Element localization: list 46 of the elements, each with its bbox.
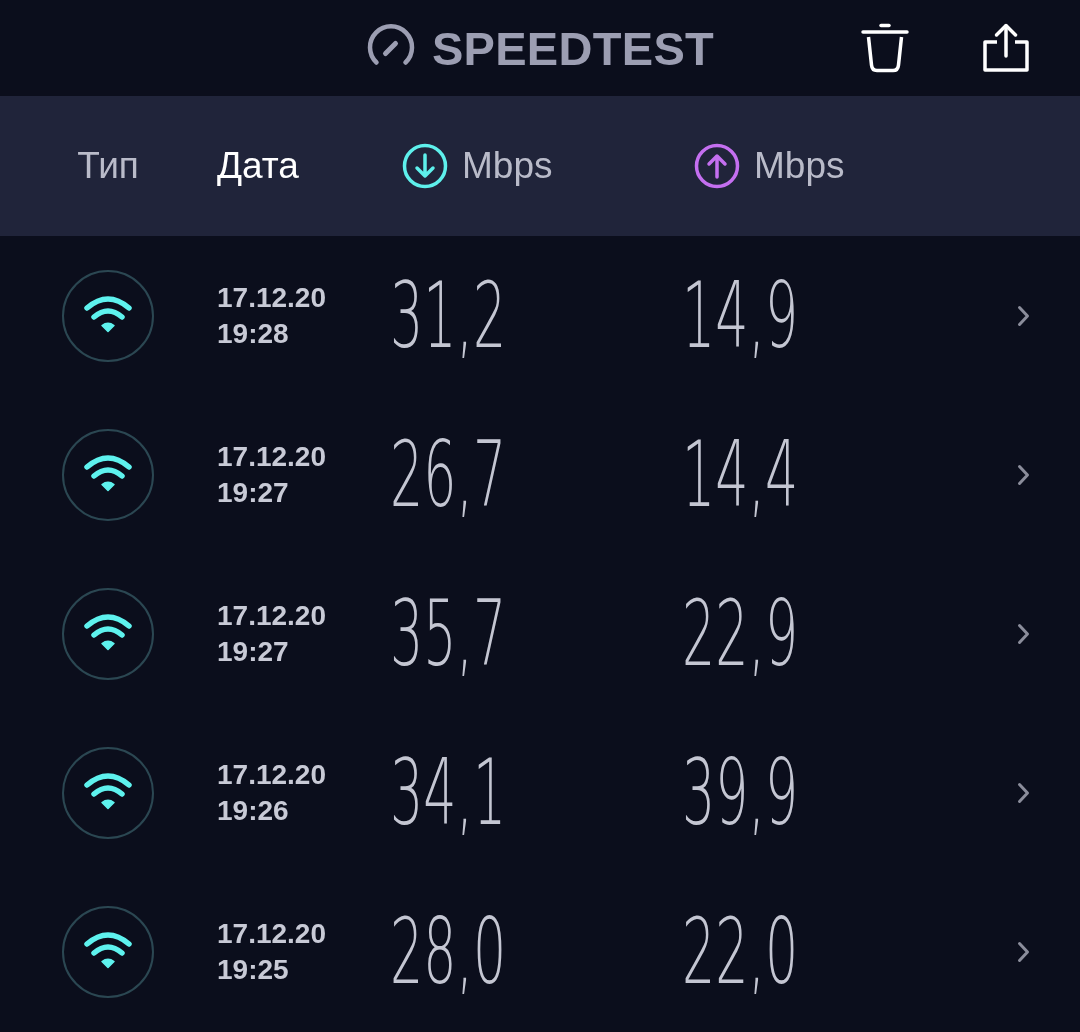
column-header[interactable]: Дата (217, 145, 299, 187)
chevron-icon (1017, 463, 1030, 486)
download-speed: 28,0 (390, 906, 507, 997)
date-text: 17.12.20 (217, 439, 326, 474)
upload-speed: 39,9 (682, 747, 799, 838)
time-text: 19:25 (217, 952, 289, 987)
upload-icon (694, 143, 740, 189)
download-icon (402, 143, 448, 189)
chevron-icon (1017, 781, 1030, 804)
wifi-icon (62, 905, 154, 998)
trash-icon (861, 23, 909, 73)
column-header[interactable]: Mbps (402, 143, 553, 189)
chevron-button[interactable] (1017, 940, 1030, 963)
chevron-icon (1017, 940, 1030, 963)
app-title: SPEEDTEST (431, 24, 715, 72)
date-text: 17.12.20 (217, 280, 326, 315)
column-header[interactable]: Mbps (694, 143, 845, 189)
download-speed: 34,1 (390, 747, 507, 838)
download-speed: 31,2 (390, 270, 507, 361)
time-text: 19:28 (217, 316, 289, 351)
chevron-button[interactable] (1017, 463, 1030, 486)
chevron-icon (1017, 622, 1030, 645)
upload-speed: 22,0 (682, 906, 799, 997)
upload-speed: 22,9 (682, 588, 799, 679)
wifi-icon (62, 428, 154, 521)
chevron-button[interactable] (1017, 304, 1030, 327)
share-button[interactable] (982, 23, 1030, 73)
date-text: 17.12.20 (217, 916, 326, 951)
upload-speed: 14,9 (682, 270, 799, 361)
column-header[interactable]: Тип (77, 145, 139, 187)
download-speed: 26,7 (390, 429, 507, 520)
delete-button[interactable] (861, 23, 909, 73)
time-text: 19:27 (217, 634, 289, 669)
time-text: 19:26 (217, 793, 289, 828)
wifi-icon (62, 587, 154, 680)
date-text: 17.12.20 (217, 598, 326, 633)
time-text: 19:27 (217, 475, 289, 510)
wifi-icon (62, 746, 154, 839)
chevron-button[interactable] (1017, 781, 1030, 804)
share-icon (982, 23, 1030, 73)
chevron-icon (1017, 304, 1030, 327)
download-speed: 35,7 (390, 588, 507, 679)
chevron-button[interactable] (1017, 622, 1030, 645)
date-text: 17.12.20 (217, 757, 326, 792)
upload-speed: 14,4 (682, 429, 799, 520)
wifi-icon (62, 269, 154, 362)
